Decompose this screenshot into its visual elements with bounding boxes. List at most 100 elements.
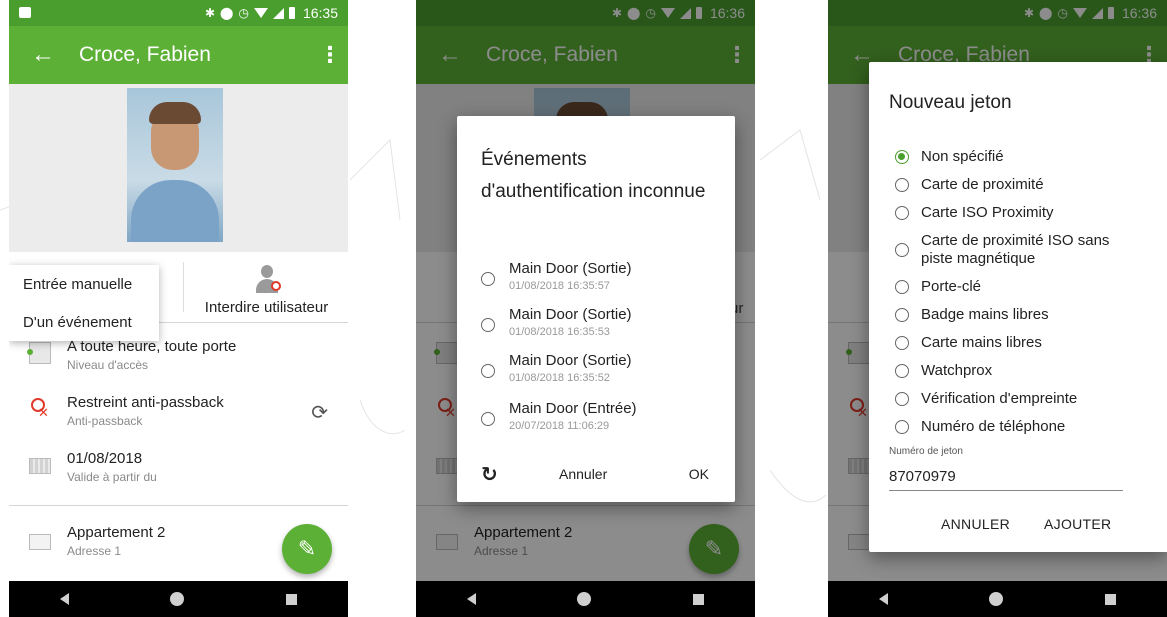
event-option[interactable]: Main Door (Entrée) 20/07/2018 11:06:29 [481, 398, 721, 442]
address-label: Adresse 1 [67, 544, 122, 558]
ban-user-label: Interdire utilisateur [204, 299, 329, 316]
phone-screen-new-token-dialog: ✱ ⬤ ◷ 16:36 ← Croce, Fabien ⋮ ✕ ur Nouve… [828, 0, 1167, 617]
radio-button[interactable] [895, 206, 909, 220]
token-type-label: Carte de proximité ISO sans piste magnét… [921, 232, 1110, 267]
antipassback-value: Restreint anti-passback [67, 394, 224, 411]
nav-home-icon[interactable] [577, 592, 592, 606]
radio-button[interactable] [895, 178, 909, 192]
navigation-bar [9, 581, 348, 617]
event-door: Main Door (Sortie) [509, 306, 632, 323]
notification-icon [19, 7, 31, 18]
calendar-icon [29, 458, 51, 474]
user-ban-icon [254, 265, 281, 295]
event-timestamp: 01/08/2018 16:35:57 [509, 280, 610, 292]
radio-button[interactable] [895, 364, 909, 378]
signal-icon [272, 7, 284, 19]
auth-events-dialog: Événements d'authentification inconnue M… [457, 116, 735, 502]
cancel-button[interactable]: ANNULER [941, 516, 1010, 532]
ban-user-button[interactable]: Interdire utilisateur [185, 252, 348, 322]
status-time: 16:35 [302, 5, 338, 21]
token-type-label: Porte-clé [921, 278, 982, 295]
new-token-dialog: Nouveau jeton Non spécifié Carte de prox… [869, 62, 1167, 552]
nav-home-icon[interactable] [170, 592, 185, 606]
radio-button[interactable] [481, 272, 495, 286]
nav-back-icon[interactable] [466, 593, 476, 605]
radio-button[interactable] [895, 308, 909, 322]
status-bar: ✱ ⬤ ◷ 16:35 [9, 0, 348, 26]
nav-recent-icon[interactable] [693, 593, 705, 605]
token-type-label: Carte de proximité [921, 176, 1044, 193]
wifi-icon [253, 8, 268, 18]
radio-button[interactable] [895, 243, 909, 257]
radio-button[interactable] [481, 412, 495, 426]
cancel-button[interactable]: Annuler [559, 466, 607, 482]
token-type-label: Carte ISO Proximity [921, 204, 1054, 221]
token-number-field[interactable]: 87070979 [889, 462, 1123, 491]
token-type-label: Badge mains libres [921, 306, 1049, 323]
photo-area [9, 84, 348, 252]
token-type-label: Non spécifié [921, 148, 1004, 165]
arrow-left-icon[interactable]: ← [31, 41, 61, 69]
list-item-valid-from[interactable]: 01/08/2018 Valide à partir du [9, 442, 348, 498]
divider [183, 262, 184, 312]
alarm-icon: ◷ [238, 6, 249, 20]
radio-button[interactable] [895, 336, 909, 350]
sync-icon[interactable]: ⟳ [311, 400, 328, 425]
token-type-label: Numéro de téléphone [921, 418, 1066, 435]
menu-item-from-event[interactable]: D'un événement [9, 303, 159, 341]
event-option[interactable]: Main Door (Sortie) 01/08/2018 16:35:57 [481, 258, 721, 302]
valid-from-value: 01/08/2018 [67, 450, 143, 467]
antipassback-icon: ✕ [29, 398, 51, 420]
menu-item-manual-entry[interactable]: Entrée manuelle [9, 265, 159, 303]
token-type-label: Carte mains libres [921, 334, 1042, 351]
pencil-icon: ✎ [297, 536, 317, 561]
user-photo[interactable] [127, 88, 223, 242]
event-option[interactable]: Main Door (Sortie) 01/08/2018 16:35:52 [481, 350, 721, 394]
add-button[interactable]: AJOUTER [1044, 516, 1111, 532]
address-value: Appartement 2 [67, 524, 166, 541]
dialog-actions: ↻ Annuler OK [457, 460, 735, 488]
phone-screen-auth-events-dialog: ✱ ⬤ ◷ 16:36 ← Croce, Fabien ⋮ ✕ ⟳ Appart… [416, 0, 755, 617]
radio-button[interactable] [481, 364, 495, 378]
antipassback-label: Anti-passback [67, 414, 143, 428]
event-timestamp: 20/07/2018 11:06:29 [509, 420, 610, 432]
token-type-label: Watchprox [921, 362, 993, 379]
dialog-actions: ANNULER AJOUTER [869, 512, 1167, 536]
dialog-title: Nouveau jeton [889, 92, 1012, 113]
edit-fab-button[interactable]: ✎ [282, 524, 332, 574]
phone-screen-contact-details: ✱ ⬤ ◷ 16:35 ← Croce, Fabien ⋮ Interdire … [9, 0, 348, 617]
nav-recent-icon[interactable] [1105, 593, 1117, 605]
navigation-bar [416, 581, 755, 617]
divider [9, 505, 348, 506]
event-timestamp: 01/08/2018 16:35:52 [509, 372, 610, 384]
event-door: Main Door (Entrée) [509, 400, 637, 417]
radio-button[interactable] [481, 318, 495, 332]
dialog-title: Événements d'authentification inconnue [481, 149, 706, 202]
nav-home-icon[interactable] [989, 592, 1004, 606]
radio-button-selected[interactable] [895, 150, 909, 164]
battery-icon [288, 7, 295, 19]
door-icon [27, 342, 51, 364]
list-item-antipassback[interactable]: ✕ Restreint anti-passback Anti-passback … [9, 386, 348, 442]
navigation-bar [828, 581, 1167, 617]
add-token-popup-menu: Entrée manuelle D'un événement [9, 265, 159, 341]
radio-button[interactable] [895, 280, 909, 294]
radio-button[interactable] [895, 392, 909, 406]
event-timestamp: 01/08/2018 16:35:53 [509, 326, 610, 338]
more-vert-icon[interactable]: ⋮ [312, 42, 348, 68]
refresh-icon[interactable]: ↻ [481, 462, 498, 487]
token-type-label: Vérification d'empreinte [921, 390, 1078, 407]
bluetooth-icon: ✱ [204, 6, 216, 20]
ok-button[interactable]: OK [689, 466, 709, 482]
event-option[interactable]: Main Door (Sortie) 01/08/2018 16:35:53 [481, 304, 721, 348]
event-door: Main Door (Sortie) [509, 260, 632, 277]
nav-back-icon[interactable] [59, 593, 69, 605]
nav-recent-icon[interactable] [286, 593, 298, 605]
nav-back-icon[interactable] [878, 593, 888, 605]
valid-from-label: Valide à partir du [67, 470, 157, 484]
event-door: Main Door (Sortie) [509, 352, 632, 369]
token-number-label: Numéro de jeton [889, 446, 963, 457]
page-title: Croce, Fabien [79, 43, 211, 66]
radio-button[interactable] [895, 420, 909, 434]
address-card-icon [29, 534, 51, 550]
